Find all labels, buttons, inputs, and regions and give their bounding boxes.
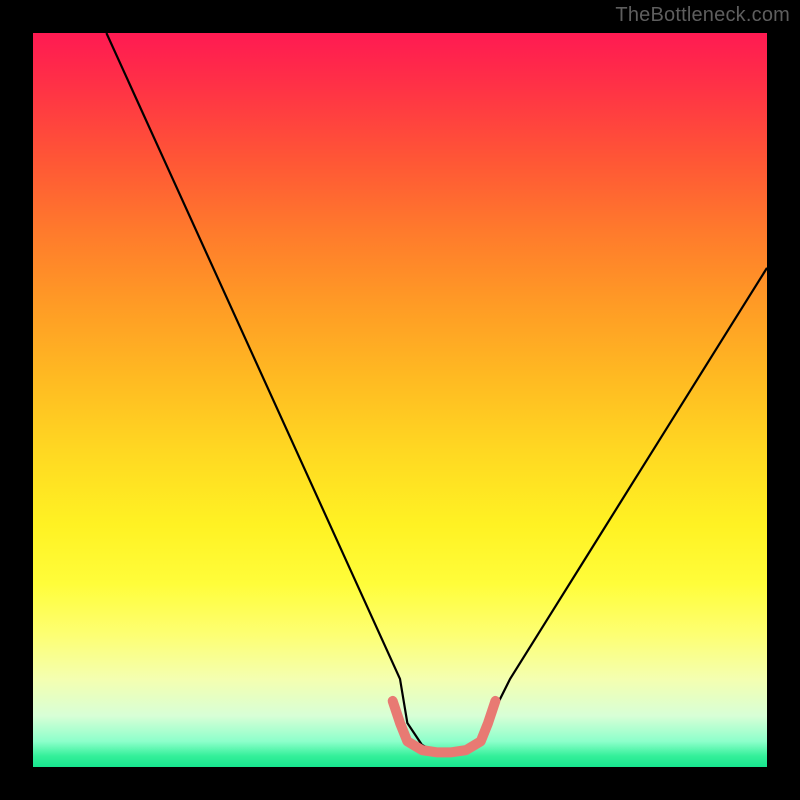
valley-highlight-path [393,701,496,752]
plot-area [33,33,767,767]
chart-frame: TheBottleneck.com [0,0,800,800]
watermark-text: TheBottleneck.com [615,4,790,27]
chart-svg [33,33,767,767]
curve-path [106,33,767,752]
